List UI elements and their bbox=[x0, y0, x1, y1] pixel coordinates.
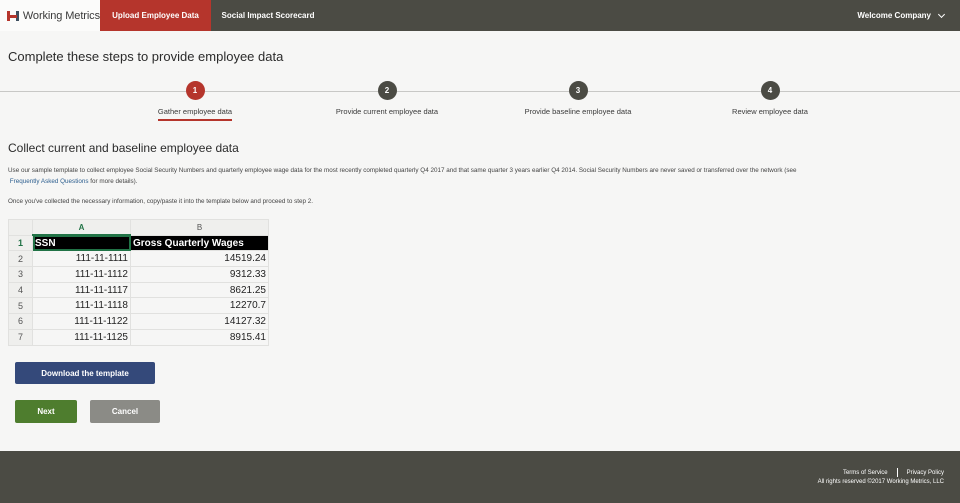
step-number: 2 bbox=[377, 81, 397, 100]
ssn-cell: 111-11-1122 bbox=[32, 313, 131, 330]
faq-link[interactable]: Frequently Asked Questions bbox=[10, 178, 89, 185]
page-title: Complete these steps to provide employee… bbox=[8, 49, 284, 64]
table-row: 2 111-11-1111 14519.24 bbox=[8, 250, 269, 268]
section-heading: Collect current and baseline employee da… bbox=[8, 141, 239, 155]
tab-social-impact-scorecard[interactable]: Social Impact Scorecard bbox=[211, 0, 325, 31]
row-number: 1 bbox=[8, 234, 33, 252]
wages-cell: 8915.41 bbox=[130, 328, 269, 346]
description-tail: for more details). bbox=[90, 178, 138, 185]
row-number: 6 bbox=[8, 313, 33, 330]
ssn-cell: 111-11-1117 bbox=[32, 281, 131, 299]
user-menu-label: Welcome Company bbox=[857, 11, 931, 20]
wages-cell: 12270.7 bbox=[130, 297, 269, 315]
step-1: 1 Gather employee data bbox=[105, 81, 285, 121]
step-number: 1 bbox=[185, 81, 205, 100]
next-button[interactable]: Next bbox=[15, 400, 77, 423]
footer: Terms of Service Privacy Policy All righ… bbox=[0, 451, 960, 503]
cancel-button[interactable]: Cancel bbox=[90, 400, 160, 423]
working-metrics-logo-icon bbox=[7, 10, 19, 22]
sample-spreadsheet: A B 1 SSN Gross Quarterly Wages 2 111-11… bbox=[8, 219, 269, 346]
step-label: Provide baseline employee data bbox=[524, 107, 632, 116]
ssn-header-cell: SSN bbox=[32, 234, 131, 252]
user-menu[interactable]: Welcome Company bbox=[857, 0, 960, 31]
column-letter-b: B bbox=[130, 219, 269, 236]
step-label: Provide current employee data bbox=[335, 107, 439, 116]
ssn-cell: 111-11-1118 bbox=[32, 297, 131, 315]
step-number: 3 bbox=[568, 81, 588, 100]
instruction-text: Once you've collected the necessary info… bbox=[8, 198, 314, 205]
description-text: Use our sample template to collect emplo… bbox=[8, 167, 797, 174]
row-number: 7 bbox=[8, 328, 33, 346]
ssn-cell: 111-11-1125 bbox=[32, 328, 131, 346]
step-2: 2 Provide current employee data bbox=[297, 81, 477, 119]
tab-upload-employee-data[interactable]: Upload Employee Data bbox=[100, 0, 211, 31]
table-row: 3 111-11-1112 9312.33 bbox=[8, 266, 269, 283]
brand-logo-link[interactable]: Working Metrics bbox=[0, 0, 100, 31]
wages-cell: 8621.25 bbox=[130, 281, 269, 299]
row-number: 2 bbox=[8, 250, 33, 268]
footer-links: Terms of Service Privacy Policy bbox=[843, 468, 944, 477]
column-header-row: A B bbox=[8, 219, 269, 237]
step-label: Review employee data bbox=[732, 107, 808, 116]
wages-cell: 14519.24 bbox=[130, 250, 269, 268]
wages-header-cell: Gross Quarterly Wages bbox=[130, 234, 269, 252]
column-letter-a: A bbox=[32, 219, 131, 237]
privacy-policy-link[interactable]: Privacy Policy bbox=[907, 470, 944, 476]
table-row: 5 111-11-1118 12270.7 bbox=[8, 297, 269, 315]
brand-name: Working Metrics bbox=[22, 9, 100, 22]
table-row: 7 111-11-1125 8915.41 bbox=[8, 328, 269, 346]
top-nav: Working Metrics Upload Employee Data Soc… bbox=[0, 0, 960, 31]
wages-cell: 9312.33 bbox=[130, 266, 269, 283]
table-row: 6 111-11-1122 14127.32 bbox=[8, 313, 269, 330]
download-template-button[interactable]: Download the template bbox=[15, 362, 155, 384]
step-label: Gather employee data bbox=[157, 107, 233, 121]
table-row: 4 111-11-1117 8621.25 bbox=[8, 281, 269, 299]
step-4: 4 Review employee data bbox=[680, 81, 860, 119]
ssn-cell: 111-11-1111 bbox=[32, 250, 131, 268]
table-row: 1 SSN Gross Quarterly Wages bbox=[8, 234, 269, 252]
footer-divider bbox=[896, 468, 898, 477]
row-number: 4 bbox=[8, 281, 33, 299]
row-number: 5 bbox=[8, 297, 33, 315]
ssn-cell: 111-11-1112 bbox=[32, 266, 131, 283]
terms-of-service-link[interactable]: Terms of Service bbox=[843, 470, 888, 476]
wages-cell: 14127.32 bbox=[130, 313, 269, 330]
row-number: 3 bbox=[8, 266, 33, 283]
step-number: 4 bbox=[760, 81, 780, 100]
copyright-text: All rights reserved ©2017 Working Metric… bbox=[817, 479, 944, 485]
sheet-corner bbox=[8, 219, 33, 236]
chevron-down-icon bbox=[937, 10, 946, 18]
step-3: 3 Provide baseline employee data bbox=[488, 81, 668, 119]
description: Use our sample template to collect emplo… bbox=[8, 165, 948, 187]
